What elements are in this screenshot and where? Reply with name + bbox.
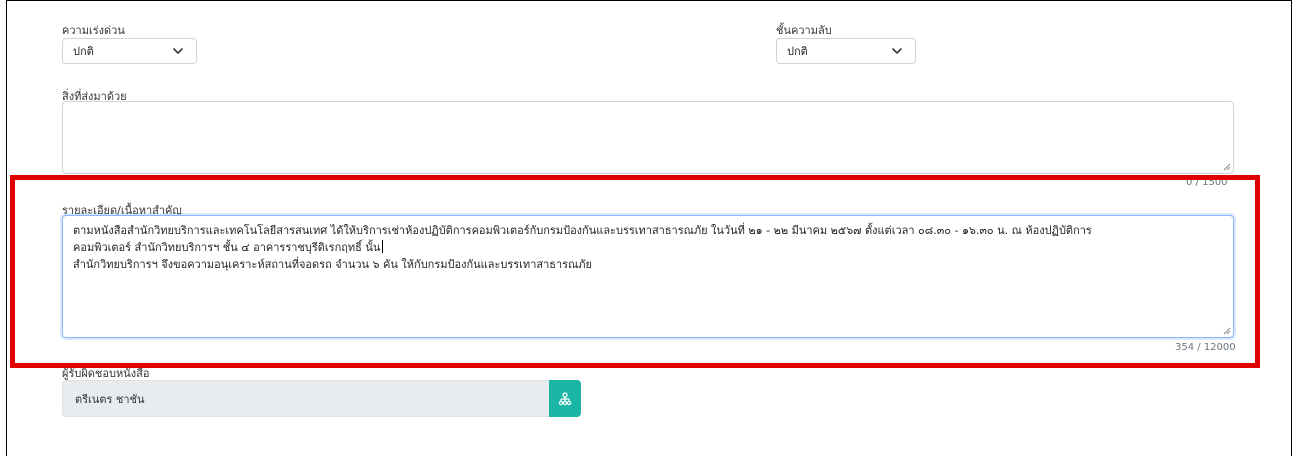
urgency-label: ความเร่งด่วน: [62, 24, 125, 37]
attachments-char-counter: 0 / 1500: [1186, 177, 1228, 188]
signer-field: ตรีเนตร ชาชัน: [62, 380, 550, 417]
details-line: ตามหนังสือสำนักวิทยบริการและเทคโนโลยีสาร…: [73, 224, 1092, 237]
details-text: ตามหนังสือสำนักวิทยบริการและเทคโนโลยีสาร…: [73, 222, 1221, 273]
signer-value: ตรีเนตร ชาชัน: [75, 392, 145, 406]
secrecy-select[interactable]: ปกติ: [776, 38, 916, 64]
chevron-down-icon: [173, 48, 183, 54]
urgency-select[interactable]: ปกติ: [62, 38, 197, 64]
details-line-with-caret: คอมพิวเตอร์ สำนักวิทยบริการฯ ชั้น ๔ อาคา…: [73, 239, 1221, 256]
urgency-selected-value: ปกติ: [73, 45, 94, 58]
chevron-down-icon: [892, 48, 902, 54]
attachments-textarea[interactable]: [62, 101, 1234, 174]
secrecy-selected-value: ปกติ: [787, 45, 808, 58]
org-chart-button[interactable]: [549, 380, 581, 417]
org-chart-icon: [558, 391, 572, 405]
text-caret: [382, 240, 384, 253]
details-line: คอมพิวเตอร์ สำนักวิทยบริการฯ ชั้น ๔ อาคา…: [73, 241, 381, 254]
resize-grip-icon[interactable]: [1223, 327, 1231, 335]
details-line: สำนักวิทยบริการฯ จึงขอความอนุเคราะห์สถาน…: [73, 258, 592, 271]
secrecy-label: ชั้นความลับ: [776, 24, 832, 37]
resize-grip-icon[interactable]: [1223, 163, 1231, 171]
details-textarea[interactable]: ตามหนังสือสำนักวิทยบริการและเทคโนโลยีสาร…: [62, 215, 1234, 338]
details-char-counter: 354 / 12000: [1175, 342, 1236, 353]
